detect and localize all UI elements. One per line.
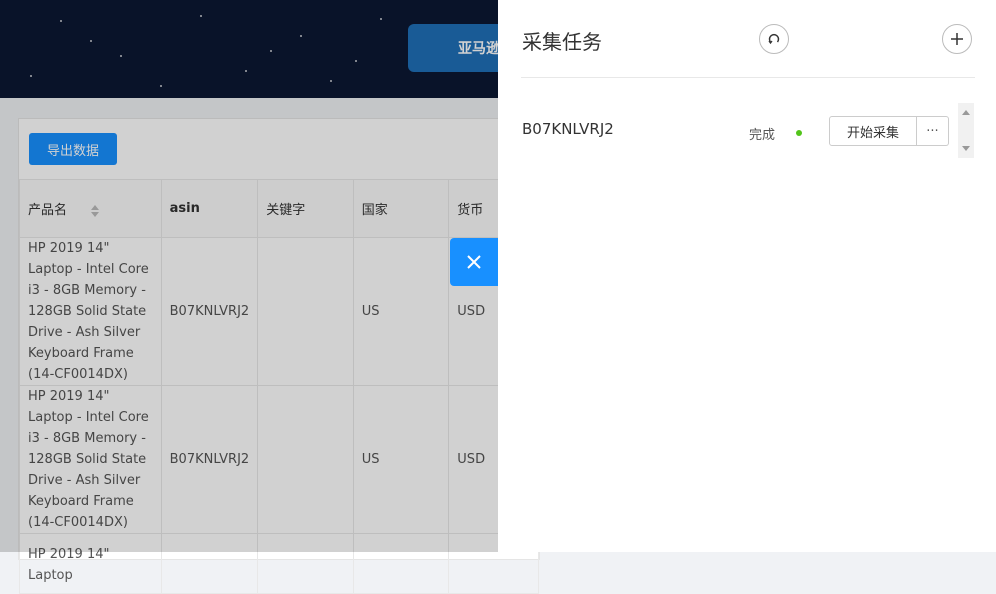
- refresh-button[interactable]: [759, 24, 789, 54]
- add-task-button[interactable]: [942, 24, 972, 54]
- refresh-icon: [768, 33, 780, 45]
- drawer-divider: [521, 77, 975, 78]
- more-options-button[interactable]: ···: [917, 116, 949, 146]
- task-actions: 开始采集 ···: [829, 116, 949, 146]
- task-status: 完成: [749, 128, 776, 143]
- status-dot-icon: [796, 130, 802, 136]
- close-drawer-button[interactable]: [450, 238, 498, 286]
- task-list-scrollbar[interactable]: [958, 103, 974, 158]
- plus-icon: [951, 33, 963, 45]
- start-collect-button[interactable]: 开始采集: [829, 116, 917, 146]
- scroll-up-icon[interactable]: [962, 110, 970, 115]
- drawer-title: 采集任务: [522, 30, 602, 54]
- task-drawer: 采集任务 B07KNLVRJ2 完成 开始采集 ···: [498, 0, 996, 552]
- task-asin: B07KNLVRJ2: [522, 120, 614, 138]
- scroll-down-icon[interactable]: [962, 146, 970, 151]
- close-icon: [467, 255, 481, 269]
